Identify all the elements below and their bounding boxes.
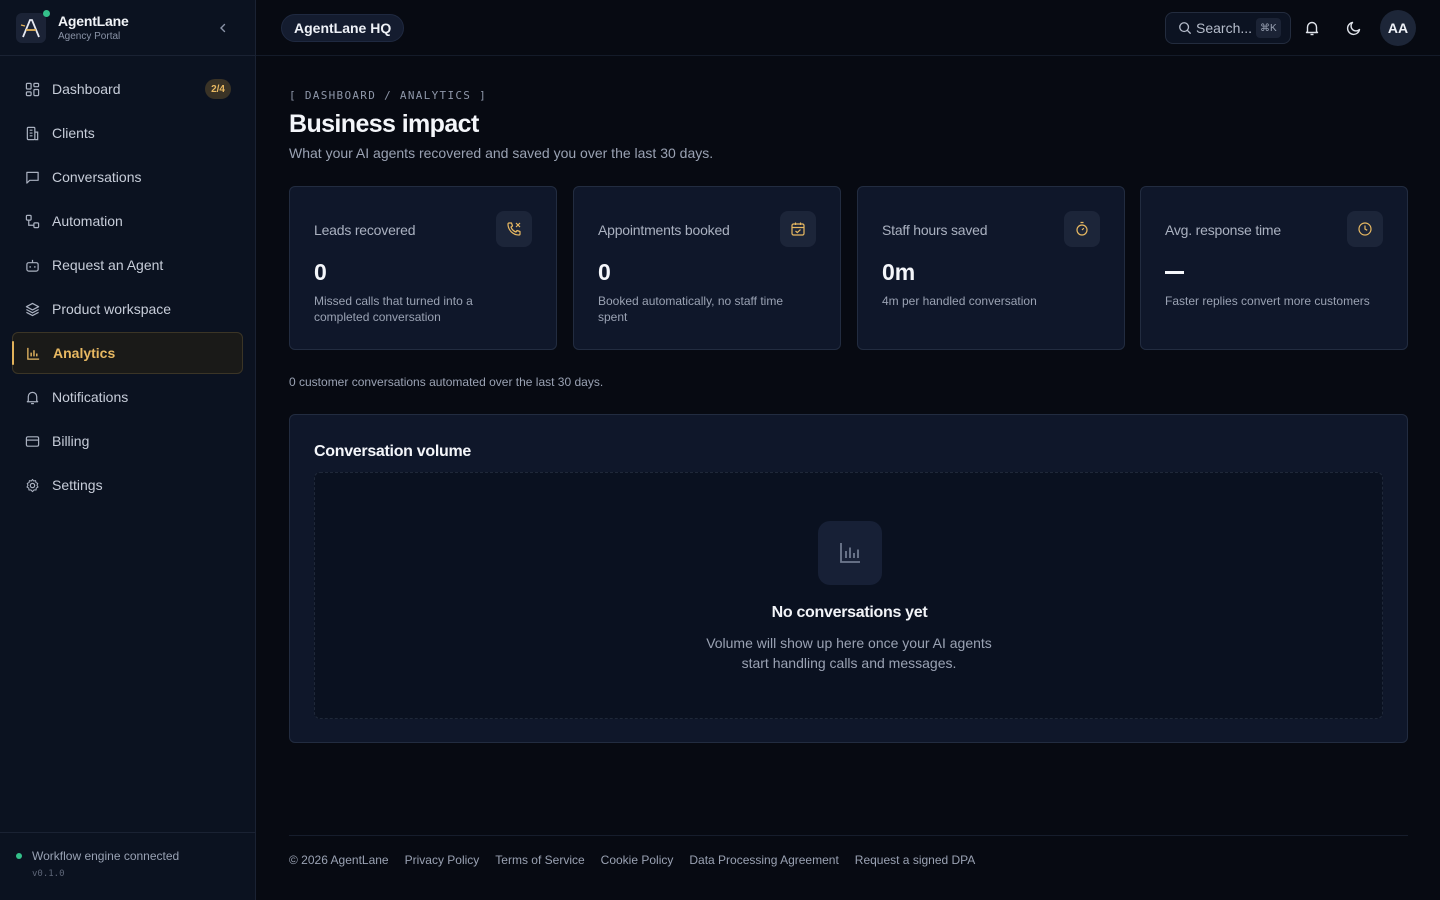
empty-value-dash (1165, 271, 1184, 274)
clock-icon (1347, 211, 1383, 247)
bell-icon (24, 389, 40, 405)
bar-chart-icon (818, 521, 882, 585)
page-footer: © 2026 AgentLane Privacy Policy Terms of… (289, 835, 1408, 900)
page-subtitle: What your AI agents recovered and saved … (289, 145, 714, 161)
sidebar-item-label: Billing (52, 433, 90, 449)
calendar-check-icon (780, 211, 816, 247)
status-dot (16, 853, 22, 859)
chat-icon (24, 169, 40, 185)
page-title: Business impact (289, 110, 479, 138)
empty-state: No conversations yet Volume will show up… (314, 472, 1383, 719)
bot-icon (24, 257, 40, 273)
sidebar-item-label: Product workspace (52, 301, 172, 317)
bar-chart-icon (25, 345, 41, 361)
stat-card-response-time: Avg. response time — Faster replies conv… (1140, 186, 1408, 350)
credit-card-icon (24, 433, 40, 449)
stat-description: Missed calls that turned into a complete… (314, 294, 473, 324)
stat-description: 4m per handled conversation (882, 294, 1037, 308)
stat-label: Appointments booked (598, 222, 730, 238)
engine-status: Workflow engine connected (16, 849, 239, 863)
terms-of-service-link[interactable]: Terms of Service (495, 853, 584, 867)
stats-row: Leads recovered 0 Missed calls that turn… (289, 186, 1408, 350)
stat-card-appointments: Appointments booked 0 Booked automatical… (573, 186, 841, 350)
bell-icon (1305, 21, 1319, 36)
stat-card-staff-hours: Staff hours saved 0m 4m per handled conv… (857, 186, 1125, 350)
footer-links: © 2026 AgentLane Privacy Policy Terms of… (289, 853, 991, 867)
sidebar-item-analytics[interactable]: Analytics (12, 332, 243, 374)
search-shortcut: ⌘K (1256, 18, 1281, 38)
sidebar-item-label: Clients (52, 125, 95, 141)
sidebar-item-product-workspace[interactable]: Product workspace (12, 288, 243, 330)
brand-name: AgentLane (58, 13, 129, 29)
conversation-volume-card: Conversation volume No conversations yet… (289, 414, 1408, 743)
building-icon (24, 125, 40, 141)
workflow-icon (24, 213, 40, 229)
sidebar-footer: Workflow engine connected v0.1.0 (0, 832, 255, 900)
org-switcher[interactable]: AgentLane HQ (281, 14, 405, 42)
notifications-button[interactable] (1302, 18, 1322, 38)
sidebar-item-label: Conversations (52, 169, 142, 185)
sidebar-item-label: Automation (52, 213, 123, 229)
collapse-sidebar-button[interactable] (215, 20, 231, 36)
search-placeholder: Search... (1196, 20, 1253, 36)
stat-description: Faster replies convert more customers (1165, 294, 1370, 308)
stat-description: Booked automatically, no staff time spen… (598, 294, 783, 324)
chevron-left-icon (220, 23, 226, 33)
avatar[interactable]: AA (1380, 10, 1416, 46)
privacy-policy-link[interactable]: Privacy Policy (405, 853, 480, 867)
theme-toggle-button[interactable] (1344, 18, 1364, 38)
breadcrumb: [ DASHBOARD / ANALYTICS ] (289, 89, 488, 102)
sidebar-item-dashboard[interactable]: Dashboard 2/4 (12, 68, 243, 110)
gear-icon (24, 477, 40, 493)
app-version: v0.1.0 (32, 869, 65, 879)
agentlane-logo[interactable] (16, 9, 50, 43)
sidebar-item-automation[interactable]: Automation (12, 200, 243, 242)
sidebar-item-settings[interactable]: Settings (12, 464, 243, 506)
engine-status-text: Workflow engine connected (32, 849, 180, 863)
layers-icon (24, 301, 40, 317)
sidebar-item-request-agent[interactable]: Request an Agent (12, 244, 243, 286)
stat-label: Leads recovered (314, 222, 416, 238)
sidebar-item-billing[interactable]: Billing (12, 420, 243, 462)
stat-value: 0 (314, 259, 327, 285)
phone-missed-icon (496, 211, 532, 247)
stat-label: Avg. response time (1165, 222, 1281, 238)
stat-value: 0m (882, 259, 916, 285)
sidebar-item-label: Request an Agent (52, 257, 164, 273)
dpa-link[interactable]: Data Processing Agreement (689, 853, 838, 867)
grid-icon (24, 81, 40, 97)
sidebar-item-conversations[interactable]: Conversations (12, 156, 243, 198)
sidebar-item-label: Analytics (53, 345, 116, 361)
sidebar-item-label: Dashboard (52, 81, 121, 97)
search-input[interactable]: Search... ⌘K (1165, 12, 1291, 44)
brand-subtitle: Agency Portal (58, 31, 121, 42)
sidebar-nav: Dashboard 2/4 Clients Conversations Auto… (0, 56, 255, 506)
logo-a-icon (20, 18, 40, 37)
volume-title: Conversation volume (314, 443, 472, 460)
timer-icon (1064, 211, 1100, 247)
copyright: © 2026 AgentLane (289, 853, 389, 867)
sidebar-item-clients[interactable]: Clients (12, 112, 243, 154)
automation-summary: 0 customer conversations automated over … (289, 375, 604, 389)
topbar: AgentLane HQ Search... ⌘K AA (256, 0, 1440, 56)
sidebar-item-label: Settings (52, 477, 103, 493)
request-dpa-link[interactable]: Request a signed DPA (855, 853, 976, 867)
cookie-policy-link[interactable]: Cookie Policy (601, 853, 674, 867)
empty-state-title: No conversations yet (771, 604, 928, 621)
onboarding-progress-badge: 2/4 (205, 79, 231, 99)
online-dot (43, 9, 50, 17)
stat-card-leads: Leads recovered 0 Missed calls that turn… (289, 186, 557, 350)
moon-icon (1346, 21, 1361, 36)
brand-header: AgentLane Agency Portal (0, 0, 255, 56)
sidebar: AgentLane Agency Portal Dashboard 2/4 Cl… (0, 0, 256, 900)
stat-label: Staff hours saved (882, 222, 988, 238)
empty-state-text: Volume will show up here once your AI ag… (706, 635, 992, 671)
stat-value: 0 (598, 259, 611, 285)
sidebar-item-label: Notifications (52, 389, 129, 405)
search-icon (1179, 22, 1191, 34)
sidebar-item-notifications[interactable]: Notifications (12, 376, 243, 418)
